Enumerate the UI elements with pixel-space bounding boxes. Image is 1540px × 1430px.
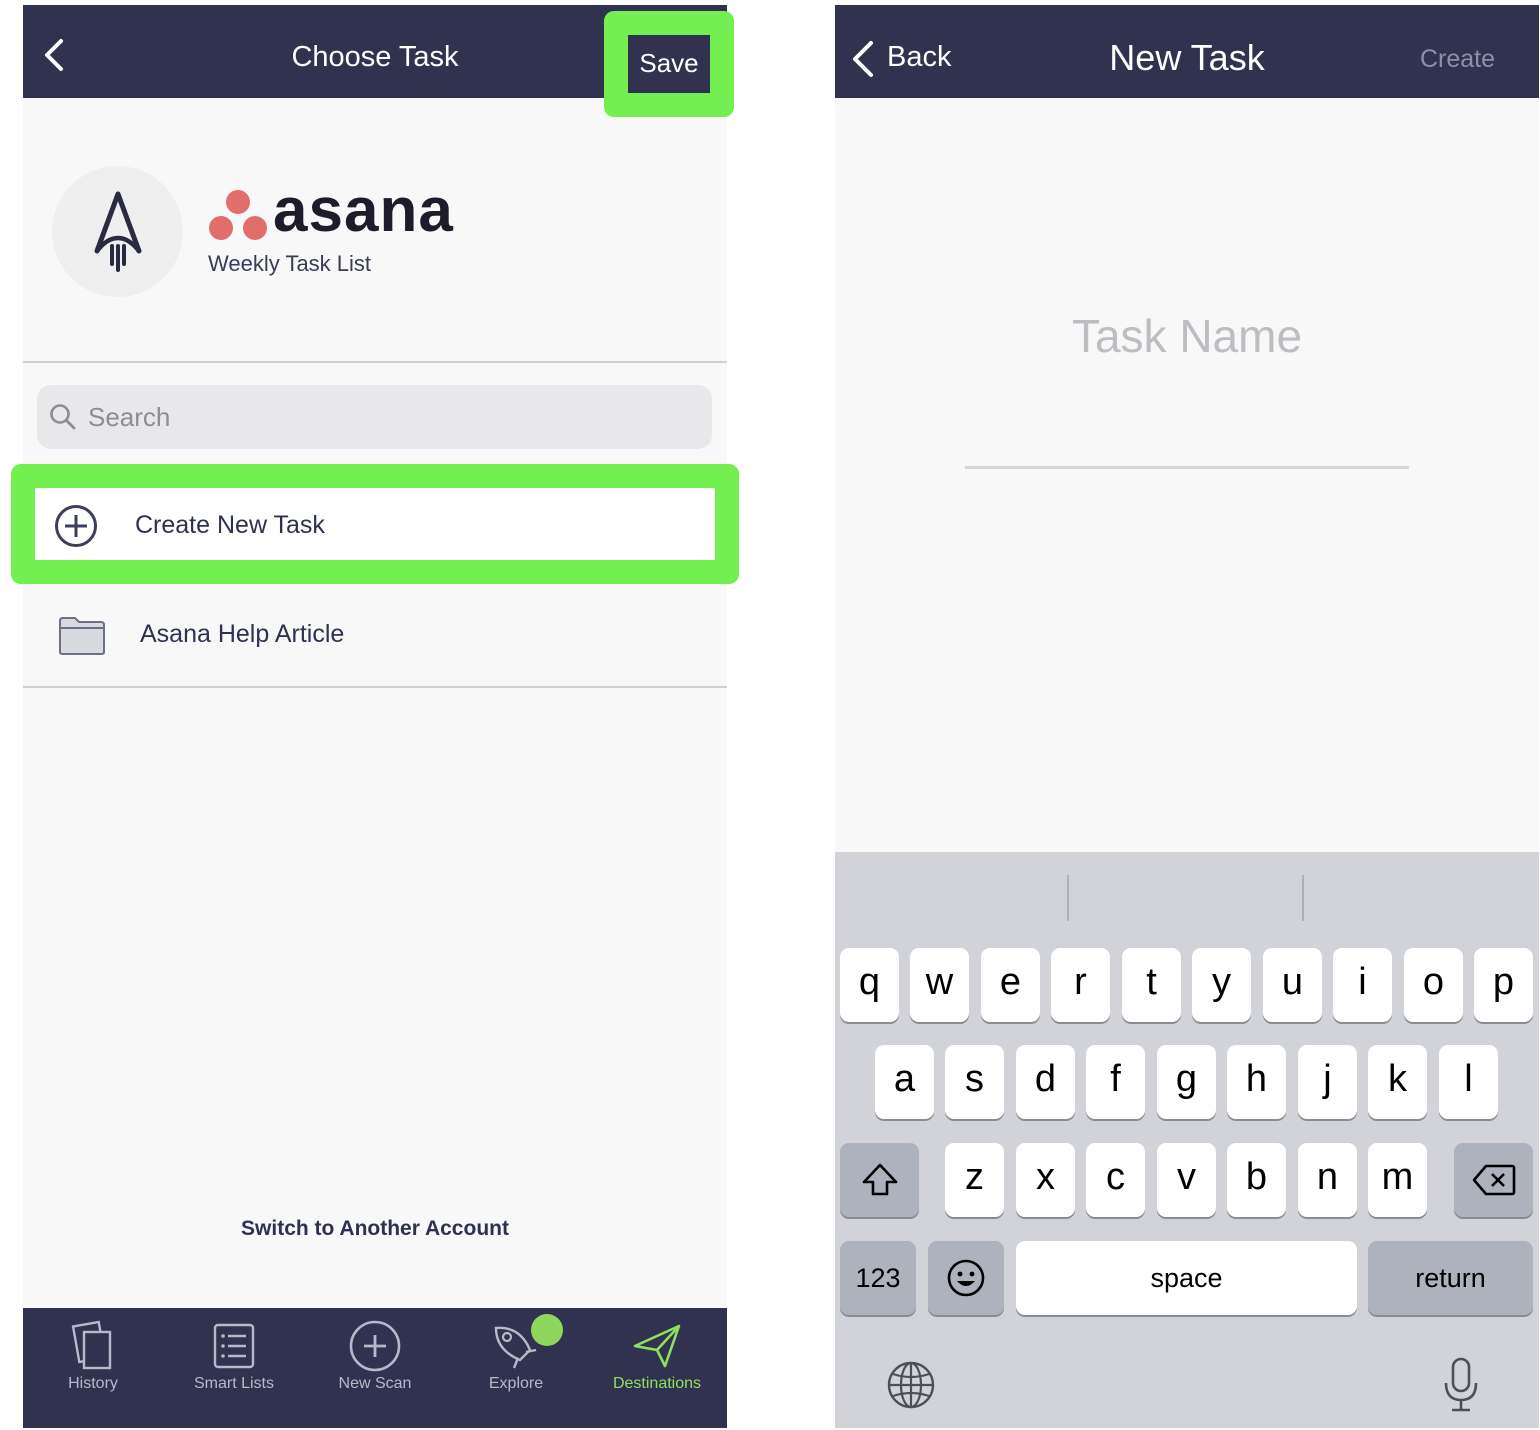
key-w[interactable]: w <box>910 948 969 1022</box>
tab-destinations[interactable]: Destinations <box>587 1308 727 1428</box>
key-f[interactable]: f <box>1086 1045 1145 1119</box>
key-s[interactable]: s <box>945 1045 1004 1119</box>
highlight-create-task <box>11 464 739 584</box>
tab-explore[interactable]: Explore <box>446 1308 586 1428</box>
search-input[interactable]: Search <box>37 385 712 449</box>
key-c[interactable]: c <box>1086 1143 1145 1217</box>
app-logo <box>52 166 183 297</box>
key-j[interactable]: j <box>1298 1045 1357 1119</box>
key-u[interactable]: u <box>1263 948 1322 1022</box>
backspace-icon <box>1472 1164 1515 1196</box>
tab-bar: History Smart Lists New Scan Explore Des… <box>23 1308 727 1428</box>
history-icon <box>71 1320 112 1370</box>
create-button[interactable]: Create <box>1420 45 1495 74</box>
numbers-key[interactable]: 123 <box>840 1241 916 1315</box>
tab-label: Explore <box>488 1375 544 1392</box>
folder-icon <box>59 617 105 655</box>
key-r[interactable]: r <box>1051 948 1110 1022</box>
key-p[interactable]: p <box>1474 948 1533 1022</box>
nav-bar: Back New Task Create <box>835 5 1539 98</box>
key-i[interactable]: i <box>1333 948 1392 1022</box>
return-key[interactable]: return <box>1368 1241 1533 1315</box>
key-m[interactable]: m <box>1368 1143 1427 1217</box>
key-x[interactable]: x <box>1016 1143 1075 1217</box>
space-key[interactable]: space <box>1016 1241 1357 1315</box>
key-g[interactable]: g <box>1157 1045 1216 1119</box>
microphone-icon[interactable] <box>1441 1356 1481 1414</box>
emoji-key[interactable] <box>928 1241 1004 1315</box>
globe-icon[interactable] <box>886 1360 936 1410</box>
divider <box>23 686 727 688</box>
tab-label: Smart Lists <box>193 1375 274 1392</box>
tab-label: History <box>68 1375 118 1392</box>
keyboard: q w e r t y u i o p a s d f g h j k l z … <box>835 852 1539 1428</box>
key-q[interactable]: q <box>840 948 899 1022</box>
choose-task-screen: Choose Task Save asana Weekly Task List … <box>23 5 727 1428</box>
key-l[interactable]: l <box>1439 1045 1498 1119</box>
plus-circle-icon <box>349 1320 401 1372</box>
tab-smart-lists[interactable]: Smart Lists <box>164 1308 304 1428</box>
switch-account-link[interactable]: Switch to Another Account <box>23 1217 727 1241</box>
key-a[interactable]: a <box>875 1045 934 1119</box>
shift-key[interactable] <box>840 1143 919 1217</box>
list-name: Weekly Task List <box>208 251 372 276</box>
key-h[interactable]: h <box>1227 1045 1286 1119</box>
key-o[interactable]: o <box>1404 948 1463 1022</box>
list-item-label[interactable]: Asana Help Article <box>140 620 344 649</box>
suggestion-separator <box>1302 875 1304 921</box>
emoji-icon <box>947 1259 985 1297</box>
key-k[interactable]: k <box>1368 1045 1427 1119</box>
input-underline <box>965 466 1409 469</box>
asana-logo-icon <box>209 190 267 240</box>
tab-history[interactable]: History <box>23 1308 163 1428</box>
key-b[interactable]: b <box>1227 1143 1286 1217</box>
highlight-save <box>604 11 734 117</box>
tab-label: New Scan <box>338 1375 412 1392</box>
key-n[interactable]: n <box>1298 1143 1357 1217</box>
suggestion-separator <box>1067 875 1069 921</box>
rocket-logo-icon <box>94 191 142 272</box>
paper-plane-icon <box>633 1324 681 1368</box>
key-z[interactable]: z <box>945 1143 1004 1217</box>
backspace-key[interactable] <box>1454 1143 1533 1217</box>
key-t[interactable]: t <box>1122 948 1181 1022</box>
task-name-input[interactable]: Task Name <box>835 309 1539 363</box>
search-icon <box>50 404 76 430</box>
new-task-screen: Back New Task Create Task Name q w e r t… <box>835 5 1539 1428</box>
shift-icon <box>862 1163 897 1196</box>
key-v[interactable]: v <box>1157 1143 1216 1217</box>
list-icon <box>213 1323 255 1369</box>
integration-name: asana <box>273 176 454 245</box>
tab-new-scan[interactable]: New Scan <box>305 1308 445 1428</box>
divider <box>23 361 727 363</box>
notification-dot <box>531 1314 563 1346</box>
key-e[interactable]: e <box>981 948 1040 1022</box>
tab-label: Destinations <box>612 1375 702 1392</box>
key-d[interactable]: d <box>1016 1045 1075 1119</box>
search-placeholder: Search <box>88 402 171 432</box>
key-y[interactable]: y <box>1192 948 1251 1022</box>
